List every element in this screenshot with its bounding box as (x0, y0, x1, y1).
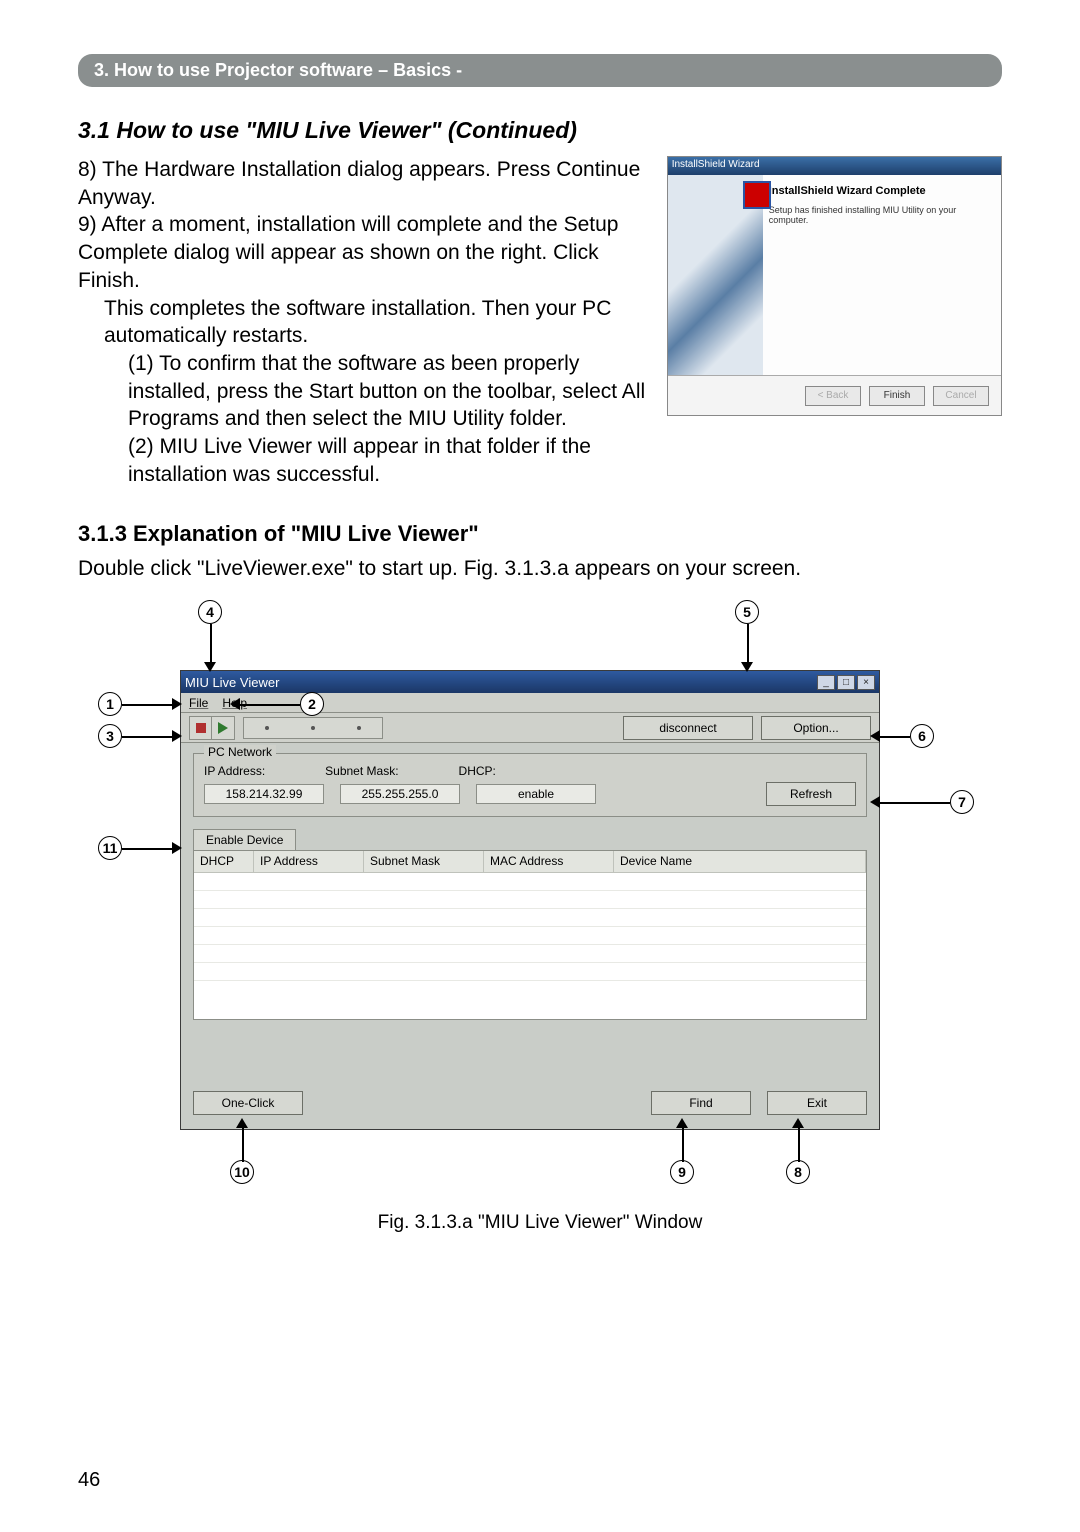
toolbar: disconnect Option... (181, 713, 879, 743)
wizard-finish-button[interactable]: Finish (869, 386, 925, 406)
pc-network-group: PC Network IP Address: Subnet Mask: DHCP… (193, 753, 867, 817)
subsection-intro: Double click "LiveViewer.exe" to start u… (78, 555, 1002, 583)
col-mask[interactable]: Subnet Mask (364, 851, 484, 872)
step-9-sub1: (1) To confirm that the software as been… (128, 350, 653, 433)
col-mac[interactable]: MAC Address (484, 851, 614, 872)
callout-9: 9 (670, 1160, 694, 1184)
section-title: 3.1 How to use "MIU Live Viewer" (Contin… (78, 117, 1002, 144)
step-8: 8) The Hardware Installation dialog appe… (78, 156, 653, 211)
app-title: MIU Live Viewer (185, 675, 279, 690)
device-table: DHCP IP Address Subnet Mask MAC Address … (193, 850, 867, 1020)
chapter-breadcrumb: 3. How to use Projector software – Basic… (78, 54, 1002, 87)
label-ip: IP Address: (204, 764, 265, 778)
callout-10: 10 (230, 1160, 254, 1184)
app-titlebar: MIU Live Viewer _ □ × (181, 671, 879, 693)
stop-icon[interactable] (190, 717, 212, 739)
menu-bar: File Help (181, 693, 879, 713)
maximize-button[interactable]: □ (837, 675, 855, 690)
menu-file[interactable]: File (189, 696, 208, 710)
figure-caption: Fig. 3.1.3.a "MIU Live Viewer" Window (78, 1212, 1002, 1234)
col-devicename[interactable]: Device Name (614, 851, 866, 872)
close-button[interactable]: × (857, 675, 875, 690)
callout-3: 3 (98, 724, 122, 748)
minimize-button[interactable]: _ (817, 675, 835, 690)
step-9-sub2: (2) MIU Live Viewer will appear in that … (128, 433, 653, 488)
option-button[interactable]: Option... (761, 716, 871, 740)
col-ip[interactable]: IP Address (254, 851, 364, 872)
callout-4: 4 (198, 600, 222, 624)
subsection-heading: 3.1.3 Explanation of "MIU Live Viewer" (78, 521, 1002, 547)
annotated-figure: MIU Live Viewer _ □ × File Help (80, 600, 1000, 1200)
wizard-body-text: Setup has finished installing MIU Utilit… (769, 205, 995, 225)
callout-5: 5 (735, 600, 759, 624)
callout-11: 11 (98, 836, 122, 860)
table-row[interactable] (194, 909, 866, 927)
play-icon[interactable] (212, 717, 234, 739)
app-window: MIU Live Viewer _ □ × File Help (180, 670, 880, 1130)
step-9b: This completes the software installation… (104, 295, 653, 350)
body-text-column: 8) The Hardware Installation dialog appe… (78, 156, 653, 489)
value-mask: 255.255.255.0 (340, 784, 460, 804)
wizard-cancel-button[interactable]: Cancel (933, 386, 989, 406)
col-dhcp[interactable]: DHCP (194, 851, 254, 872)
exit-button[interactable]: Exit (767, 1091, 867, 1115)
label-dhcp: DHCP: (459, 764, 496, 778)
callout-8: 8 (786, 1160, 810, 1184)
refresh-button[interactable]: Refresh (766, 782, 856, 806)
callout-7: 7 (950, 790, 974, 814)
groupbox-legend: PC Network (204, 745, 276, 759)
wizard-titlebar: InstallShield Wizard (668, 157, 1001, 175)
wizard-screenshot: InstallShield Wizard InstallShield Wizar… (667, 156, 1002, 416)
find-button[interactable]: Find (651, 1091, 751, 1115)
callout-6: 6 (910, 724, 934, 748)
toolbar-slider[interactable] (243, 717, 383, 739)
wizard-heading: InstallShield Wizard Complete (769, 185, 995, 197)
value-dhcp: enable (476, 784, 596, 804)
wizard-back-button[interactable]: < Back (805, 386, 861, 406)
wizard-side-graphic (668, 175, 763, 375)
table-row[interactable] (194, 945, 866, 963)
label-mask: Subnet Mask: (325, 764, 398, 778)
oneclick-button[interactable]: One-Click (193, 1091, 303, 1115)
callout-1: 1 (98, 692, 122, 716)
table-row[interactable] (194, 891, 866, 909)
step-9a: 9) After a moment, installation will com… (78, 211, 653, 294)
table-row[interactable] (194, 873, 866, 891)
table-row[interactable] (194, 963, 866, 981)
tab-enable-device[interactable]: Enable Device (193, 829, 296, 850)
table-row[interactable] (194, 927, 866, 945)
page-number: 46 (78, 1469, 100, 1492)
value-ip: 158.214.32.99 (204, 784, 324, 804)
disconnect-button[interactable]: disconnect (623, 716, 753, 740)
